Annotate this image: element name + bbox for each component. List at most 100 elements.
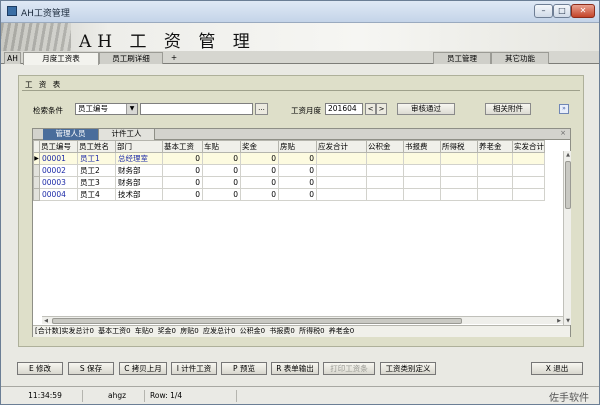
table-row[interactable]: 00003 员工3 财务部 0 0 0 0 — [33, 176, 545, 189]
column-header[interactable]: 应发合计 — [316, 140, 367, 153]
cell-gross[interactable] — [316, 152, 367, 165]
cell-fund[interactable] — [366, 152, 404, 165]
maximize-button[interactable]: □ — [553, 4, 571, 18]
chevron-down-icon[interactable]: ▼ — [126, 104, 137, 114]
scroll-left-icon[interactable]: ◀ — [42, 317, 50, 325]
search-field-select[interactable]: 员工编号 ▼ — [75, 103, 138, 115]
cell-tax[interactable] — [440, 164, 478, 177]
cell-pension[interactable] — [477, 176, 513, 189]
prev-month-button[interactable]: < — [365, 103, 376, 115]
column-header[interactable]: 车贴 — [202, 140, 241, 153]
cell-housing[interactable]: 0 — [278, 176, 317, 189]
print-payslip-button[interactable]: 打印工资条 — [323, 362, 375, 375]
piece-wage-button[interactable]: I 计件工资 — [171, 362, 217, 375]
cell-books[interactable] — [403, 176, 441, 189]
column-header[interactable]: 员工编号 — [39, 140, 78, 153]
cell-employee-id[interactable]: 00004 — [39, 188, 78, 201]
scroll-right-icon[interactable]: ▶ — [555, 317, 563, 325]
cell-employee-id[interactable]: 00003 — [39, 176, 78, 189]
cell-tax[interactable] — [440, 152, 478, 165]
title-bar[interactable]: AH工资管理 – □ ✕ — [1, 1, 599, 23]
cell-employee-name[interactable]: 员工1 — [77, 152, 116, 165]
cell-employee-name[interactable]: 员工4 — [77, 188, 116, 201]
column-header[interactable]: 员工姓名 — [77, 140, 116, 153]
horizontal-scrollbar[interactable]: ◀ ▶ — [42, 316, 563, 324]
minimize-button[interactable]: – — [534, 4, 553, 18]
cell-department[interactable]: 技术部 — [115, 188, 163, 201]
search-browse-button[interactable]: ... — [255, 103, 268, 115]
cell-net[interactable] — [512, 152, 545, 165]
vertical-scroll-thumb[interactable] — [565, 161, 571, 209]
tab-managers[interactable]: 管理人员 — [43, 129, 99, 140]
cell-car-allowance[interactable]: 0 — [202, 176, 241, 189]
cell-base-salary[interactable]: 0 — [162, 176, 203, 189]
cell-car-allowance[interactable]: 0 — [202, 152, 241, 165]
column-header[interactable]: 所得税 — [440, 140, 478, 153]
cell-bonus[interactable]: 0 — [240, 176, 279, 189]
table-row[interactable]: 00002 员工2 财务部 0 0 0 0 — [33, 164, 545, 177]
cell-books[interactable] — [403, 188, 441, 201]
cell-fund[interactable] — [366, 164, 404, 177]
column-header[interactable]: 书报费 — [403, 140, 441, 153]
next-month-button[interactable]: > — [376, 103, 387, 115]
preview-button[interactable]: P 预览 — [221, 362, 267, 375]
column-header[interactable]: 部门 — [115, 140, 163, 153]
cell-pension[interactable] — [477, 188, 513, 201]
cell-car-allowance[interactable]: 0 — [202, 188, 241, 201]
cell-pension[interactable] — [477, 152, 513, 165]
collapse-icon[interactable]: » — [559, 104, 569, 114]
month-input[interactable]: 201604 — [325, 103, 363, 115]
tab-employee-detail[interactable]: 员工刷详细 — [99, 52, 163, 64]
cell-base-salary[interactable]: 0 — [162, 164, 203, 177]
cell-housing[interactable]: 0 — [278, 188, 317, 201]
cell-books[interactable] — [403, 164, 441, 177]
search-input[interactable] — [140, 103, 253, 115]
tab-piece-workers[interactable]: 计件工人 — [99, 129, 155, 140]
cell-employee-id[interactable]: 00002 — [39, 164, 78, 177]
cell-net[interactable] — [512, 188, 545, 201]
column-header[interactable]: 房贴 — [278, 140, 317, 153]
cell-gross[interactable] — [316, 164, 367, 177]
cell-bonus[interactable]: 0 — [240, 152, 279, 165]
scroll-down-icon[interactable]: ▼ — [564, 317, 572, 325]
cell-department[interactable]: 财务部 — [115, 164, 163, 177]
attachments-button[interactable]: 相关附件 — [485, 103, 531, 115]
audit-approve-button[interactable]: 审核通过 — [397, 103, 455, 115]
column-header[interactable]: 奖金 — [240, 140, 279, 153]
export-form-button[interactable]: R 表单输出 — [271, 362, 319, 375]
close-icon[interactable]: × — [560, 129, 566, 137]
tab-ah[interactable]: AH — [4, 52, 21, 64]
cell-fund[interactable] — [366, 176, 404, 189]
tab-monthly-salary[interactable]: 月度工资表 — [23, 52, 99, 65]
tab-employee-management[interactable]: 员工管理 — [433, 52, 491, 64]
cell-books[interactable] — [403, 152, 441, 165]
cell-housing[interactable]: 0 — [278, 164, 317, 177]
copy-last-month-button[interactable]: C 拷贝上月 — [119, 362, 167, 375]
cell-net[interactable] — [512, 164, 545, 177]
scroll-up-icon[interactable]: ▲ — [564, 151, 572, 159]
cell-bonus[interactable]: 0 — [240, 164, 279, 177]
cell-fund[interactable] — [366, 188, 404, 201]
cell-base-salary[interactable]: 0 — [162, 188, 203, 201]
horizontal-scroll-thumb[interactable] — [52, 318, 462, 324]
cell-net[interactable] — [512, 176, 545, 189]
cell-tax[interactable] — [440, 176, 478, 189]
table-row[interactable]: ▶ 00001 员工1 总经理室 0 0 0 0 — [33, 152, 545, 165]
cell-department[interactable]: 总经理室 — [115, 152, 163, 165]
edit-button[interactable]: E 修改 — [17, 362, 63, 375]
salary-category-button[interactable]: 工资类别定义 — [380, 362, 436, 375]
exit-button[interactable]: X 退出 — [531, 362, 583, 375]
table-row[interactable]: 00004 员工4 技术部 0 0 0 0 — [33, 188, 545, 201]
add-tab-button[interactable]: + — [167, 52, 181, 64]
cell-bonus[interactable]: 0 — [240, 188, 279, 201]
cell-department[interactable]: 财务部 — [115, 176, 163, 189]
cell-pension[interactable] — [477, 164, 513, 177]
vertical-scrollbar[interactable]: ▲ ▼ — [563, 151, 571, 325]
close-button[interactable]: ✕ — [571, 4, 595, 18]
tab-other-functions[interactable]: 其它功能 — [491, 52, 549, 64]
column-header[interactable]: 基本工资 — [162, 140, 203, 153]
cell-gross[interactable] — [316, 176, 367, 189]
cell-car-allowance[interactable]: 0 — [202, 164, 241, 177]
column-header[interactable]: 养老金 — [477, 140, 513, 153]
column-header[interactable]: 实发合计 — [512, 140, 545, 153]
